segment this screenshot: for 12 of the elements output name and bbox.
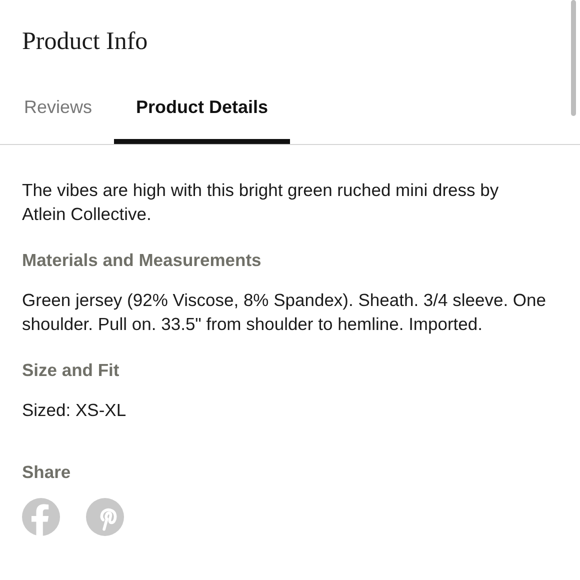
section-heading: Size and Fit xyxy=(22,359,120,382)
section-text: Sized: XS-XL xyxy=(22,399,128,422)
pinterest-icon[interactable] xyxy=(86,498,124,536)
facebook-icon[interactable] xyxy=(22,498,60,536)
section-heading: Share xyxy=(22,461,72,484)
product-description: The vibes are high with this bright green ruched mini dress by Atlein Collective. xyxy=(22,179,500,226)
scrollbar[interactable] xyxy=(571,0,576,116)
tab[interactable]: Reviews xyxy=(2,94,114,144)
section-text: Green jersey (92% Viscose, 8% Spandex). Sheath. 3/4 sleeve. One shoulder. Pull on. 33.5" from shoulder to hemline. Imported. xyxy=(22,289,548,336)
section-heading: Materials and Measurements xyxy=(22,249,262,272)
tab[interactable]: Product Details xyxy=(114,94,290,144)
page-title: Product Info xyxy=(21,27,149,57)
